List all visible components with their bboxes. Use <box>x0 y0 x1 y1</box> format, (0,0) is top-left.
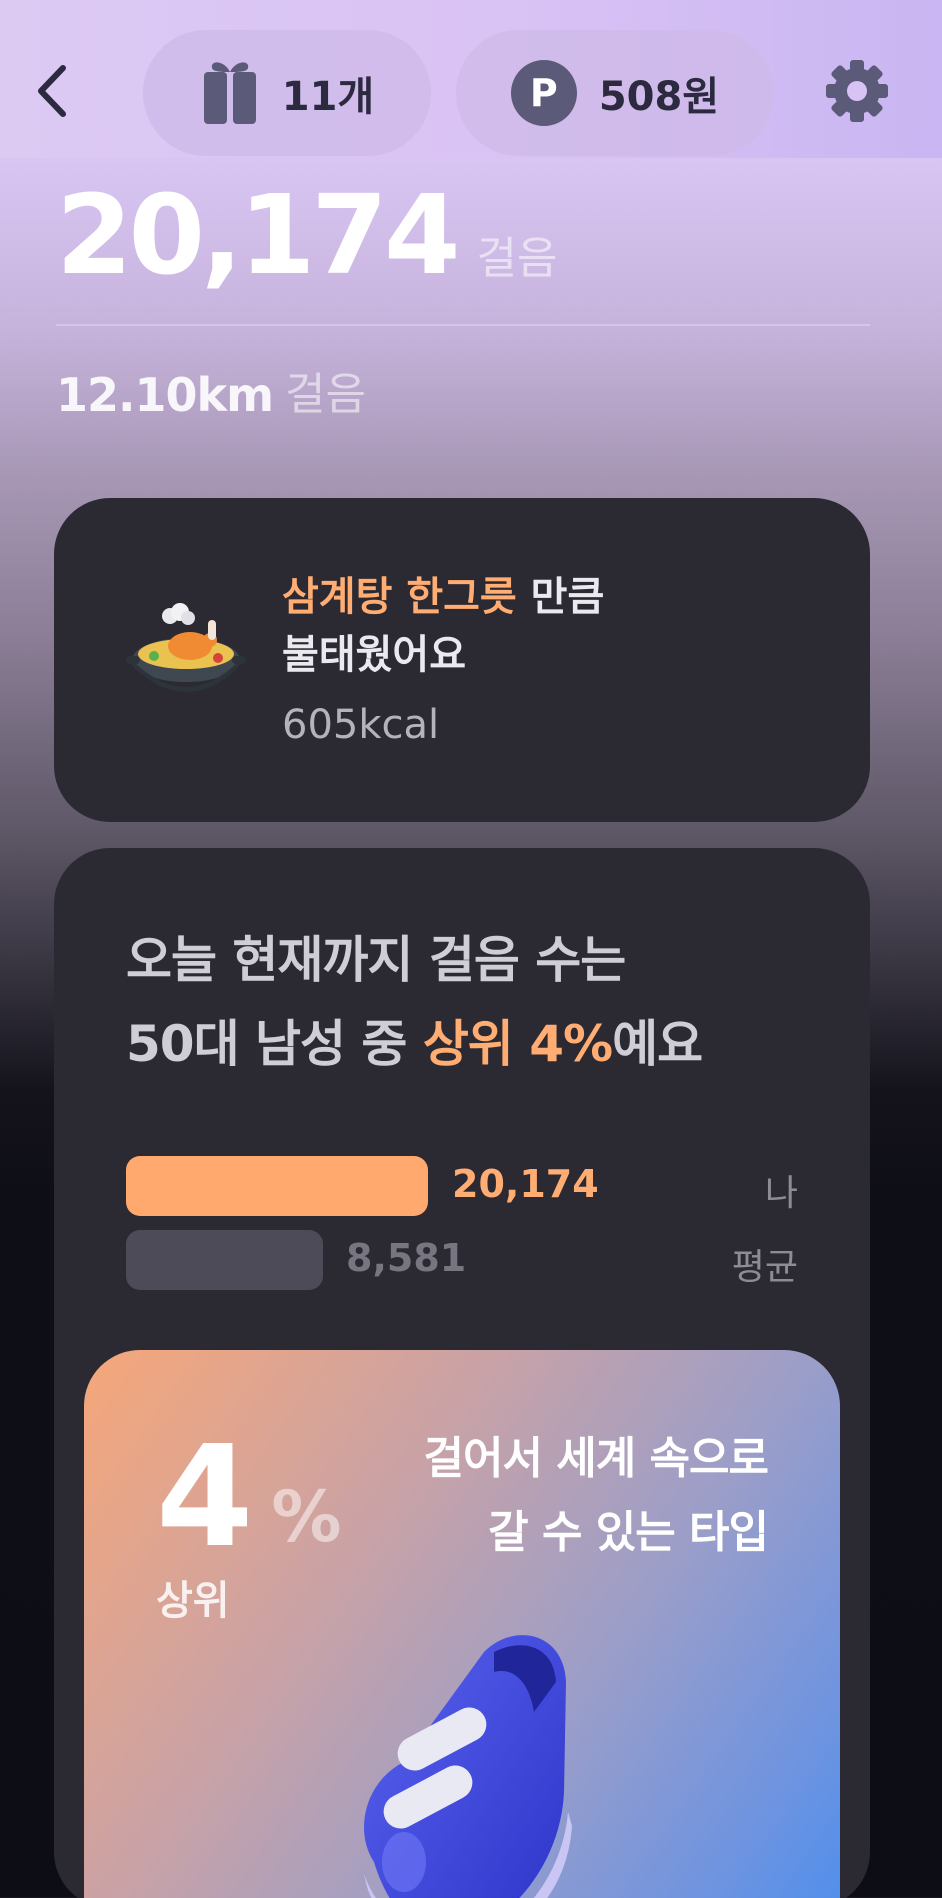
ranking-title-line1: 오늘 현재까지 걸음 수는 <box>126 931 626 989</box>
calorie-text: 삼계탕 한그릇 만큼 불태웠어요 605kcal <box>282 568 604 754</box>
back-arrow-icon <box>38 65 66 117</box>
points-balance: 508원 <box>598 74 720 120</box>
back-button[interactable] <box>30 58 74 124</box>
distance-summary: 12.10km 걸음 <box>56 358 366 422</box>
walker-type-text: 걸어서 세계 속으로 갈 수 있는 타입 <box>423 1422 769 1570</box>
walker-type-line2: 갈 수 있는 타입 <box>488 1507 769 1558</box>
food-suffix: 만큼 <box>516 574 605 620</box>
calorie-card[interactable]: 삼계탕 한그릇 만큼 불태웠어요 605kcal <box>54 498 870 822</box>
rank-caption: 상위 <box>156 1578 230 1624</box>
calorie-line2: 불태웠어요 <box>282 632 466 678</box>
ranking-suffix: 예요 <box>612 1015 703 1073</box>
stew-pot-icon <box>126 603 246 692</box>
calorie-kcal: 605kcal <box>282 702 440 748</box>
ranking-prefix: 50대 남성 중 <box>126 1015 423 1073</box>
sneaker-illustration <box>364 1635 572 1898</box>
walker-type-line1: 걸어서 세계 속으로 <box>423 1433 769 1484</box>
ranking-title-line2: 50대 남성 중 상위 4%예요 <box>126 1002 703 1086</box>
rank-percent-value: 4 <box>156 1416 254 1579</box>
average-steps-label: 평균 <box>731 1247 798 1288</box>
walker-type-card[interactable]: 4 % 상위 걸어서 세계 속으로 갈 수 있는 타입 <box>84 1350 840 1898</box>
my-steps-value: 20,174 <box>452 1162 599 1206</box>
gear-icon <box>826 60 888 122</box>
distance-unit: 걸음 <box>285 369 366 420</box>
ranking-title: 오늘 현재까지 걸음 수는 50대 남성 중 상위 4%예요 <box>126 918 703 1086</box>
point-coin-icon: P <box>510 60 577 126</box>
gift-count-pill[interactable]: 11개 <box>143 30 431 156</box>
gift-box-icon <box>203 62 256 124</box>
food-name: 삼계탕 한그릇 <box>282 574 517 620</box>
top-bar: 11개 P 508원 <box>0 0 942 158</box>
points-pill[interactable]: P 508원 <box>456 30 774 156</box>
ranking-card: 오늘 현재까지 걸음 수는 50대 남성 중 상위 4%예요 20,174 나 … <box>54 848 870 1898</box>
calorie-headline: 삼계탕 한그릇 만큼 <box>282 568 604 626</box>
ranking-highlight: 상위 4% <box>422 1015 613 1073</box>
distance-value: 12.10km <box>56 368 274 422</box>
divider <box>56 324 870 326</box>
rank-percent-sign: % <box>271 1476 342 1558</box>
average-steps-value: 8,581 <box>346 1236 467 1280</box>
my-steps-label: 나 <box>764 1173 798 1214</box>
steps-unit: 걸음 <box>476 233 558 284</box>
my-steps-bar <box>126 1156 428 1216</box>
steps-summary: 20,174 걸음 <box>56 180 557 290</box>
rank-percent: 4 % <box>156 1428 342 1568</box>
average-steps-bar <box>126 1230 323 1290</box>
settings-button[interactable] <box>824 58 890 124</box>
gift-count: 11개 <box>281 74 375 120</box>
steps-count: 20,174 <box>56 171 460 299</box>
